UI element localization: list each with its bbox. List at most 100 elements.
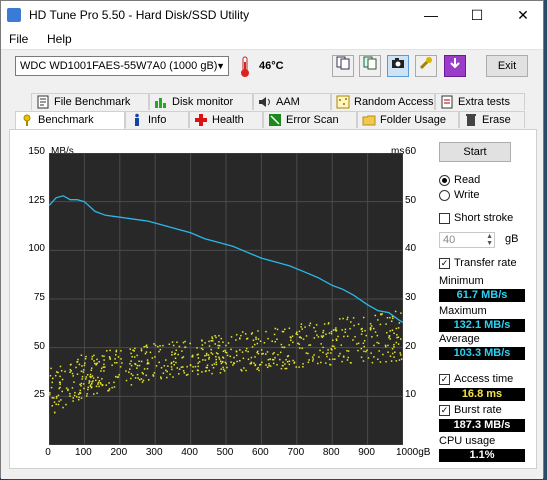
tab-extra-tests[interactable]: Extra tests: [435, 93, 525, 110]
read-radio[interactable]: [439, 175, 450, 186]
access-time-point: [224, 361, 227, 364]
access-time-point: [168, 343, 171, 346]
access-time-point: [149, 351, 152, 354]
access-time-point: [320, 343, 322, 345]
options-button[interactable]: [415, 55, 437, 77]
access-time-point: [145, 351, 148, 353]
access-time-point: [172, 344, 175, 347]
access-time-point: [390, 360, 393, 362]
window-title: HD Tune Pro 5.50 - Hard Disk/SSD Utility: [29, 8, 250, 22]
access-time-point: [173, 353, 176, 355]
close-button[interactable]: ✕: [501, 1, 545, 29]
access-time-point: [108, 389, 110, 392]
access-time-point: [357, 349, 359, 352]
access-time-point: [172, 360, 175, 363]
save-button[interactable]: [444, 55, 466, 77]
access-time-point: [151, 357, 154, 359]
y-right-tick-label: 20: [405, 340, 417, 352]
access-time-point: [339, 352, 341, 355]
access-time-point: [114, 362, 116, 364]
access-time-point: [82, 383, 85, 385]
burst-rate-checkbox[interactable]: ✓: [439, 405, 450, 416]
tab-random-access[interactable]: Random Access: [331, 93, 435, 110]
access-time-point: [167, 365, 169, 367]
write-radio[interactable]: [439, 190, 450, 201]
tab-folder-usage[interactable]: Folder Usage: [357, 111, 459, 128]
access-time-point: [285, 367, 288, 370]
x-tick-label: 900: [358, 447, 375, 458]
short-stroke-stepper[interactable]: 40 ▲ ▼: [439, 232, 495, 248]
spin-arrows-icon[interactable]: ▲ ▼: [486, 233, 493, 247]
tab-label: Health: [212, 114, 244, 126]
access-time-point: [389, 355, 392, 357]
access-time-point: [130, 384, 133, 386]
access-time-point: [356, 343, 358, 345]
access-time-point: [132, 374, 134, 377]
access-time-point: [388, 336, 390, 339]
access-time-point: [309, 322, 312, 325]
copy-info-button[interactable]: [332, 55, 354, 77]
access-time-point: [376, 341, 378, 344]
transfer-rate-checkbox[interactable]: ✓: [439, 258, 450, 269]
tab-erase[interactable]: Erase: [459, 111, 525, 128]
access-time-point: [147, 379, 150, 381]
access-time-point: [374, 331, 377, 333]
exit-button[interactable]: Exit: [486, 55, 528, 77]
access-time-point: [214, 343, 216, 345]
copy-all-icon: [363, 56, 377, 70]
access-time-point: [320, 335, 323, 337]
access-time-point: [238, 337, 241, 340]
y-right-tick-label: 10: [405, 389, 417, 401]
drive-select[interactable]: WDC WD1001FAES-55W7A0 (1000 gB) ▼: [15, 56, 229, 76]
tab-error-scan[interactable]: Error Scan: [263, 111, 357, 128]
access-time-checkbox[interactable]: ✓: [439, 374, 450, 385]
short-stroke-checkbox[interactable]: [439, 213, 450, 224]
access-time-point: [284, 363, 286, 365]
access-time-point: [154, 356, 156, 358]
access-time-point: [174, 357, 177, 360]
access-time-point: [389, 316, 391, 319]
tab-health[interactable]: Health: [189, 111, 263, 128]
access-time-point: [387, 344, 389, 347]
access-time-point: [85, 395, 88, 397]
access-time-point: [268, 363, 270, 365]
tab-disk-monitor[interactable]: Disk monitor: [149, 93, 253, 110]
menu-file[interactable]: File: [9, 32, 28, 46]
access-time-point: [259, 340, 262, 342]
access-time-point: [255, 336, 257, 339]
access-time-point: [274, 357, 276, 359]
x-tick-label: 400: [181, 447, 198, 458]
access-time-point: [83, 387, 85, 390]
access-time-point: [62, 406, 64, 409]
access-time-point: [312, 360, 314, 362]
access-time-point: [55, 403, 57, 406]
menu-help[interactable]: Help: [47, 32, 72, 46]
access-time-point: [363, 345, 365, 348]
access-time-point: [98, 360, 100, 363]
access-time-point: [250, 356, 253, 359]
access-time-point: [214, 335, 216, 337]
y-right-tick-label: 30: [405, 292, 417, 303]
minimum-value: 61.7 MB/s: [439, 289, 525, 302]
maximize-button[interactable]: ☐: [455, 1, 499, 29]
access-time-point: [130, 360, 132, 362]
access-time-point: [89, 385, 92, 387]
access-time-point: [254, 364, 256, 367]
access-time-point: [202, 348, 204, 351]
tab-info[interactable]: Info: [125, 111, 189, 128]
access-time-point: [373, 356, 375, 358]
copy-all-button[interactable]: [359, 55, 381, 77]
tab-file-benchmark[interactable]: File Benchmark: [31, 93, 149, 110]
access-time-point: [51, 405, 54, 407]
access-time-point: [90, 382, 93, 385]
start-button[interactable]: Start: [439, 142, 511, 162]
minimize-button[interactable]: —: [409, 1, 453, 29]
copy-icon: [336, 56, 350, 70]
tab-benchmark[interactable]: Benchmark: [15, 111, 125, 130]
access-time-point: [91, 375, 94, 377]
access-time-point: [397, 336, 400, 338]
access-time-point: [125, 370, 127, 372]
access-time-point: [51, 397, 53, 399]
tab-aam[interactable]: AAM: [253, 93, 331, 110]
screenshot-button[interactable]: [387, 55, 409, 77]
